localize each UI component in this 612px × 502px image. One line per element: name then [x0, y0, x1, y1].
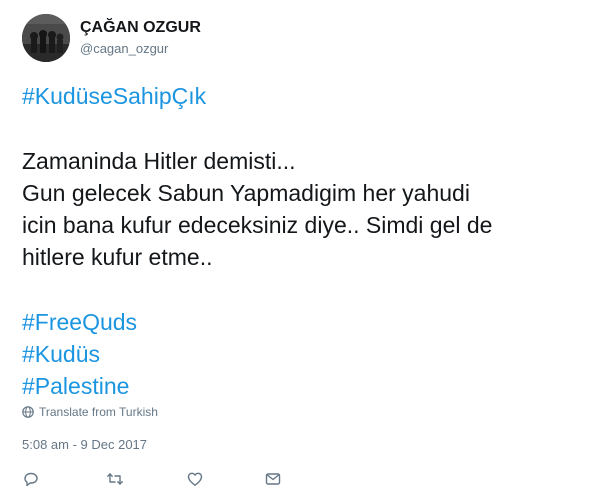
- line-break: [22, 112, 592, 145]
- hashtag-link[interactable]: #KudüseSahipÇık: [22, 80, 592, 112]
- tweet-text: #KudüseSahipÇık Zamaninda Hitler demisti…: [22, 80, 592, 402]
- globe-icon: [22, 406, 34, 418]
- display-name[interactable]: ÇAĞAN OZGUR: [80, 18, 201, 38]
- tweet-card: ÇAĞAN OZGUR @cagan_ozgur #KudüseSahipÇık…: [0, 0, 612, 502]
- tweet-text-line: Gun gelecek Sabun Yapmadigim her yahudi: [22, 180, 470, 206]
- avatar-image: [22, 14, 70, 62]
- tweet-text-line: Zamaninda Hitler demisti...: [22, 148, 296, 174]
- retweet-icon[interactable]: [106, 470, 124, 488]
- user-names: ÇAĞAN OZGUR @cagan_ozgur: [80, 18, 201, 58]
- hashtag-link[interactable]: #Palestine: [22, 370, 592, 402]
- share-icon[interactable]: [264, 470, 282, 488]
- tweet-actions: [22, 470, 292, 490]
- tweet-timestamp[interactable]: 5:08 am - 9 Dec 2017: [22, 437, 147, 452]
- hashtag-link[interactable]: #FreeQuds: [22, 306, 592, 338]
- tweet-header: ÇAĞAN OZGUR @cagan_ozgur: [22, 14, 201, 62]
- translate-label: Translate from Turkish: [39, 405, 158, 419]
- hashtag-link[interactable]: #Kudüs: [22, 338, 592, 370]
- tweet-text-line: icin bana kufur edeceksiniz diye.. Simdi…: [22, 212, 493, 238]
- line-break: [22, 273, 592, 306]
- translate-link[interactable]: Translate from Turkish: [22, 405, 158, 419]
- like-icon[interactable]: [186, 470, 204, 488]
- user-handle[interactable]: @cagan_ozgur: [80, 40, 201, 58]
- tweet-text-line: hitlere kufur etme..: [22, 244, 213, 270]
- reply-icon[interactable]: [22, 470, 40, 488]
- avatar[interactable]: [22, 14, 70, 62]
